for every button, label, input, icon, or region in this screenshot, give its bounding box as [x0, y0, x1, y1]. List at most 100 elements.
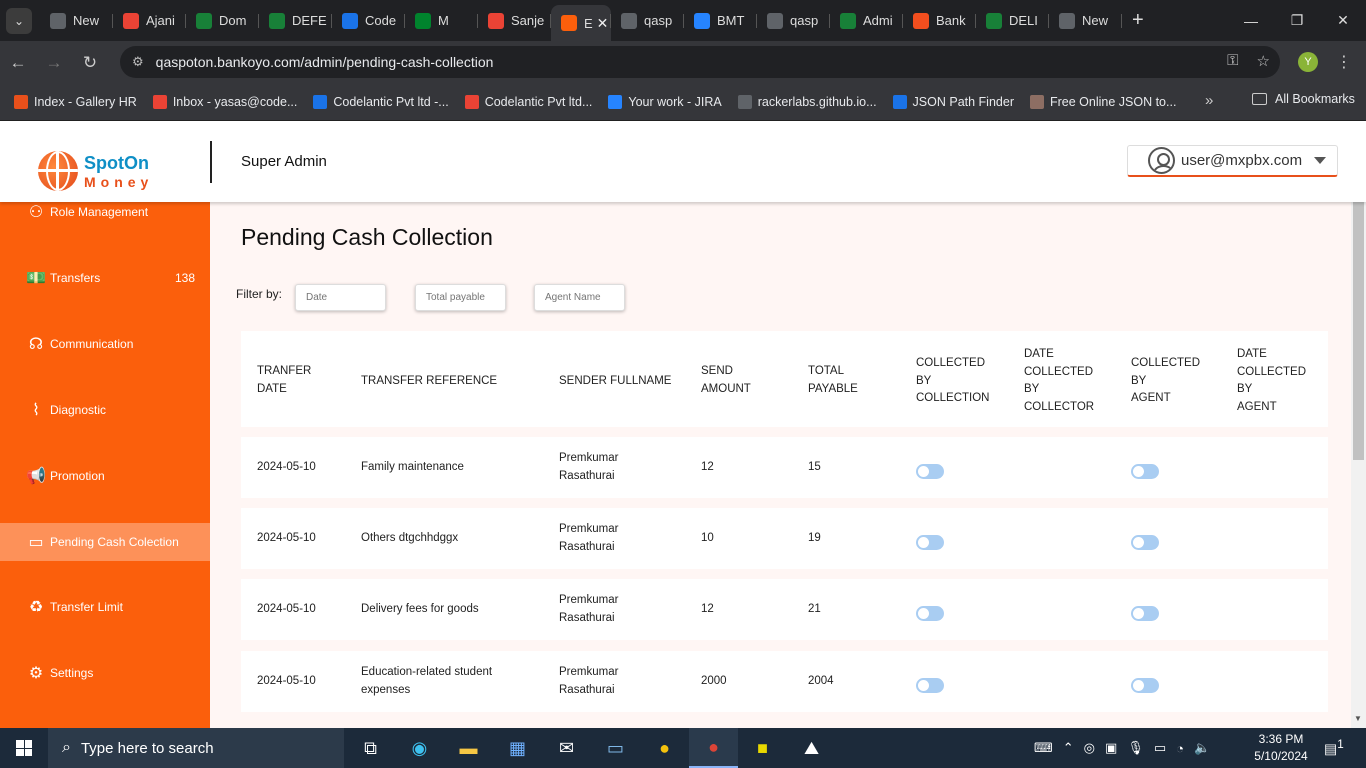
user-menu-dropdown[interactable]: user@mxpbx.com: [1127, 145, 1338, 177]
clock[interactable]: 3:36 PM 5/10/2024: [1249, 731, 1313, 765]
taskbar-search[interactable]: ⌕ Type here to search: [48, 728, 344, 768]
chevron-up-icon[interactable]: ⌃: [1063, 740, 1074, 756]
browser-menu-icon[interactable]: ⋮: [1336, 52, 1352, 72]
tab-label: Admi: [863, 13, 893, 28]
cell-date: 2024-05-10: [257, 675, 316, 687]
sticky-app-icon[interactable]: ■: [738, 728, 787, 768]
browser-tab[interactable]: Bank: [903, 5, 976, 37]
browser-tab[interactable]: DEFE: [259, 5, 332, 37]
sidebar-item-role-management[interactable]: ⚇ Role Management: [0, 202, 210, 231]
scroll-down-icon[interactable]: ▼: [1354, 714, 1362, 723]
browser-tab[interactable]: Sanje: [478, 5, 551, 37]
collected-by-agent-toggle[interactable]: [1131, 678, 1159, 693]
browser-tab[interactable]: qasp: [757, 5, 830, 37]
date-filter-input[interactable]: [295, 284, 386, 311]
bookmark-item[interactable]: rackerlabs.github.io...: [737, 95, 877, 109]
wifi-icon[interactable]: ◔: [1176, 741, 1184, 756]
bookmark-star-icon[interactable]: ☆: [1257, 52, 1270, 70]
sidebar-item-promotion[interactable]: 📢 Promotion: [0, 457, 210, 495]
browser-tab[interactable]: New: [40, 5, 113, 37]
camera-icon[interactable]: ◎: [1084, 740, 1095, 756]
collected-by-agent-toggle[interactable]: [1131, 606, 1159, 621]
new-tab-button[interactable]: +: [1132, 9, 1144, 32]
table-row: 2024-05-10 Education-related student expe…: [241, 651, 1328, 712]
spoton-logo[interactable]: SpotOn Money: [38, 151, 153, 191]
volume-icon[interactable]: 🔈: [1194, 740, 1210, 756]
collected-by-collection-toggle[interactable]: [916, 464, 944, 479]
collected-by-agent-toggle[interactable]: [1131, 535, 1159, 550]
collected-by-collection-toggle[interactable]: [916, 535, 944, 550]
browser-tab[interactable]: qasp: [611, 5, 684, 37]
browser-toolbar: ← → ↻ ⚙ qaspoton.bankoyo.com/admin/pendi…: [0, 41, 1366, 84]
cell-sender: Premkumar Rasathurai: [559, 666, 619, 696]
bookmark-item[interactable]: Codelantic Pvt ltd -...: [313, 95, 449, 109]
bookmark-item[interactable]: Codelantic Pvt ltd...: [464, 95, 592, 109]
edge-icon[interactable]: ◉: [395, 728, 444, 768]
collected-by-collection-toggle[interactable]: [916, 678, 944, 693]
collected-by-collection-toggle[interactable]: [916, 606, 944, 621]
notifications-icon[interactable]: ▤1: [1324, 738, 1344, 758]
back-icon[interactable]: ←: [0, 53, 36, 73]
sidebar-item-label: Transfer Limit: [50, 600, 123, 614]
more-bookmarks-icon[interactable]: »: [1205, 92, 1213, 109]
reload-icon[interactable]: ↻: [72, 53, 108, 73]
browser-tab[interactable]: Ajani: [113, 5, 186, 37]
start-button[interactable]: [0, 728, 48, 768]
site-info-icon[interactable]: ⚙: [132, 54, 144, 70]
browser-tab[interactable]: DELI: [976, 5, 1049, 37]
collected-by-agent-toggle[interactable]: [1131, 464, 1159, 479]
bookmark-item[interactable]: Free Online JSON to...: [1029, 95, 1176, 109]
file-explorer-icon[interactable]: ▬: [444, 728, 493, 768]
chrome-icon[interactable]: ●: [640, 728, 689, 768]
microphone-icon[interactable]: 🎙: [1127, 740, 1144, 756]
remote-desktop-icon[interactable]: ▭: [591, 728, 640, 768]
battery-icon[interactable]: ▭: [1154, 740, 1166, 756]
card-icon: ▭: [28, 534, 44, 551]
sidebar-item-pending-cash-colection[interactable]: ▭ Pending Cash Colection: [0, 523, 210, 561]
password-key-icon[interactable]: ⚿: [1227, 52, 1238, 70]
store-icon[interactable]: ▦: [493, 728, 542, 768]
bookmark-item[interactable]: Inbox - yasas@code...: [152, 95, 297, 109]
column-header: SENDER FULLNAME: [559, 375, 672, 387]
logo-text-bottom: Money: [84, 173, 154, 190]
sidebar-item-communication[interactable]: ☊ Communication: [0, 325, 210, 363]
total-payable-filter-input[interactable]: [415, 284, 506, 311]
bookmark-item[interactable]: Your work - JIRA: [608, 95, 722, 109]
task-view-icon[interactable]: ⧉: [346, 728, 395, 768]
keyboard-icon[interactable]: ⌨: [1034, 740, 1053, 756]
bookmark-item[interactable]: Index - Gallery HR: [14, 95, 137, 109]
meet-icon[interactable]: ▣: [1105, 740, 1117, 756]
browser-tab[interactable]: M: [405, 5, 478, 37]
forward-icon[interactable]: →: [36, 53, 72, 73]
cell-reference: Others dtgchhdggx: [361, 532, 459, 544]
close-tab-icon[interactable]: ✕: [597, 15, 609, 32]
mail-icon[interactable]: ✉: [542, 728, 591, 768]
profile-avatar[interactable]: Y: [1298, 52, 1318, 72]
address-bar[interactable]: ⚙ qaspoton.bankoyo.com/admin/pending-cas…: [120, 46, 1280, 78]
agent-name-filter-input[interactable]: [534, 284, 625, 311]
scroll-thumb[interactable]: [1353, 202, 1364, 460]
browser-tab[interactable]: BMT: [684, 5, 757, 37]
page-scrollbar[interactable]: ▼: [1351, 202, 1366, 728]
browser-tab[interactable]: New: [1049, 5, 1122, 37]
photos-icon[interactable]: ⛰: [787, 728, 836, 768]
bookmark-favicon-icon: [1029, 95, 1044, 109]
minimize-icon[interactable]: —: [1228, 0, 1274, 41]
tab-search-button[interactable]: ⌄: [6, 7, 32, 34]
browser-tab[interactable]: Code: [332, 5, 405, 37]
chrome-profile-icon[interactable]: ●: [689, 728, 738, 768]
browser-tab[interactable]: E ✕: [551, 5, 611, 41]
browser-tab[interactable]: Admi: [830, 5, 903, 37]
sidebar-item-transfer-limit[interactable]: ♻ Transfer Limit: [0, 588, 210, 626]
restore-icon[interactable]: ❐: [1274, 0, 1320, 41]
sidebar-item-settings[interactable]: ⚙ Settings: [0, 654, 210, 692]
browser-tab[interactable]: Dom: [186, 5, 259, 37]
close-window-icon[interactable]: ✕: [1320, 0, 1366, 41]
bookmark-item[interactable]: JSON Path Finder: [892, 95, 1014, 109]
sidebar-item-transfers[interactable]: 💵 Transfers 138: [0, 259, 210, 297]
cell-send-amount: 12: [701, 461, 714, 473]
all-bookmarks-button[interactable]: All Bookmarks: [1252, 92, 1355, 106]
pulse-icon: ⌇: [32, 402, 40, 419]
sidebar-item-diagnostic[interactable]: ⌇ Diagnostic: [0, 391, 210, 429]
bookmark-label: Your work - JIRA: [628, 95, 722, 109]
